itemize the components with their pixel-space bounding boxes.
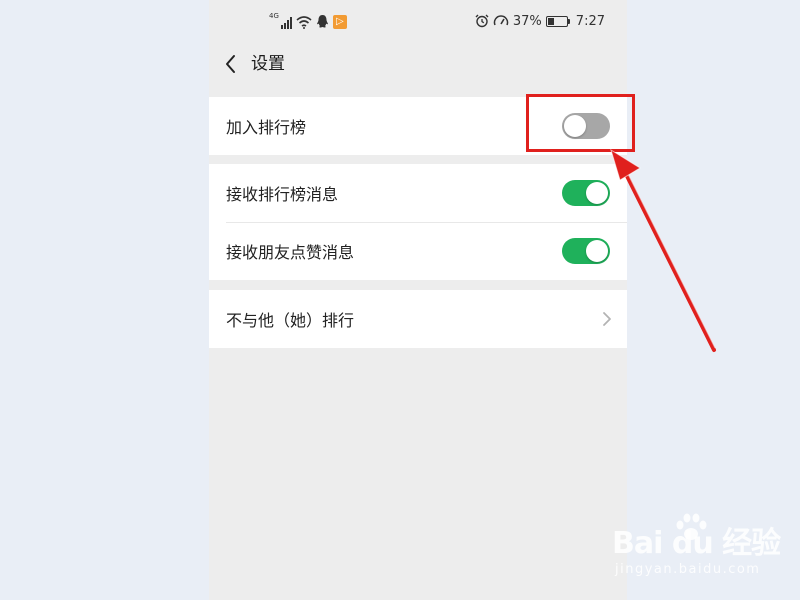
app-icon: ▷ bbox=[332, 15, 347, 29]
phone-screen: 4G ▷ 37% 7:27 设置 加入排行榜 接收排行榜消息 接收朋友点赞消息 … bbox=[209, 0, 627, 600]
paw-icon bbox=[676, 513, 707, 540]
toggle-knob bbox=[586, 182, 608, 204]
speed-icon bbox=[493, 15, 509, 26]
baidu-jingyan-watermark: Bai du 经验 jingyan.baidu.com bbox=[612, 512, 782, 584]
setting-label: 不与他（她）排行 bbox=[226, 311, 355, 330]
alarm-icon bbox=[475, 14, 489, 28]
ranking-messages-toggle[interactable] bbox=[562, 180, 610, 206]
back-icon[interactable] bbox=[219, 50, 243, 78]
watermark-url: jingyan.baidu.com bbox=[615, 562, 761, 577]
status-time: 7:27 bbox=[575, 13, 605, 29]
setting-row-exclude-ranking[interactable]: 不与他（她）排行 bbox=[209, 290, 627, 348]
status-left: 4G ▷ bbox=[269, 13, 347, 29]
chevron-right-icon bbox=[603, 312, 611, 326]
status-right: 37% 7:27 bbox=[475, 13, 605, 29]
status-bar: 4G ▷ 37% 7:27 bbox=[209, 0, 627, 42]
screenshot-stage: 4G ▷ 37% 7:27 设置 加入排行榜 接收排行榜消息 接收朋友点赞消息 … bbox=[0, 0, 800, 600]
annotation-highlight-box bbox=[526, 94, 635, 152]
toggle-knob bbox=[586, 240, 608, 262]
battery-percent: 37% bbox=[512, 13, 542, 29]
setting-label: 接收排行榜消息 bbox=[226, 185, 339, 204]
page-title: 设置 bbox=[251, 54, 285, 74]
title-bar: 设置 bbox=[209, 42, 627, 86]
settings-group-exclude: 不与他（她）排行 bbox=[209, 290, 627, 348]
setting-label: 接收朋友点赞消息 bbox=[226, 243, 355, 262]
network-type: 4G bbox=[269, 12, 279, 20]
setting-row-like-messages: 接收朋友点赞消息 bbox=[209, 222, 627, 280]
qq-icon bbox=[316, 15, 328, 28]
wifi-icon bbox=[296, 16, 312, 29]
battery-level bbox=[547, 17, 555, 25]
settings-group-notifications: 接收排行榜消息 接收朋友点赞消息 bbox=[209, 164, 627, 280]
like-messages-toggle[interactable] bbox=[562, 238, 610, 264]
signal-icon bbox=[280, 16, 292, 29]
setting-label: 加入排行榜 bbox=[226, 118, 307, 137]
setting-row-ranking-messages: 接收排行榜消息 bbox=[209, 164, 627, 222]
battery-icon bbox=[545, 15, 570, 27]
